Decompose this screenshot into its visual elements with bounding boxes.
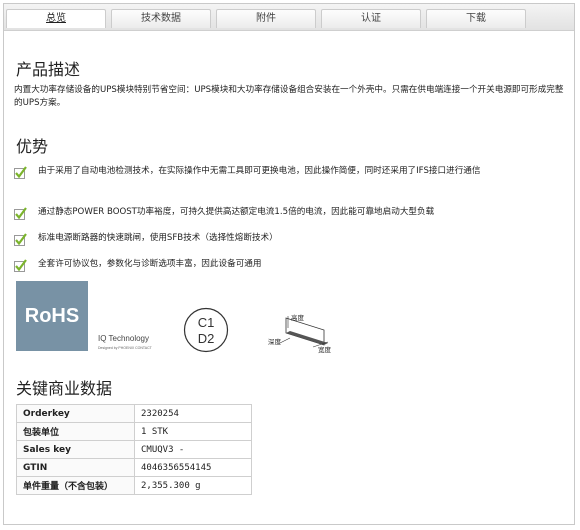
row-value: 1 STK: [134, 422, 252, 441]
c1-label: C1: [198, 315, 215, 330]
tab-approvals[interactable]: 认证: [321, 9, 421, 28]
row-key: Orderkey: [16, 404, 135, 423]
rohs-logo: RoHS: [16, 281, 88, 351]
row-value: 4046356554145: [134, 458, 252, 477]
advantage-text: 通过静态POWER BOOST功率裕度，可持久提供高达额定电流1.5倍的电流，因…: [38, 207, 435, 217]
row-key: 单件重量（不含包装）: [16, 476, 135, 495]
dimensions-icon: 高度 深度 宽度: [268, 313, 332, 354]
iq-technology-logo: IQ Technology Designed by PHOENIX CONTAC…: [98, 330, 178, 350]
checkmark-icon: [14, 207, 27, 220]
iq-logo-text: IQ Technology: [98, 334, 149, 343]
tab-bar: 总览 技术数据 附件 认证 下载: [4, 4, 574, 31]
row-value: CMUQV3 -: [134, 440, 252, 459]
row-key: Sales key: [16, 440, 135, 459]
c1-d2-rating-icon: C1 D2: [183, 307, 229, 353]
advantage-text: 标准电源断路器的快速跳闸，使用SFB技术（选择性熔断技术）: [38, 233, 278, 243]
row-key: GTIN: [16, 458, 135, 477]
table-row: GTIN 4046356554145: [16, 458, 252, 477]
table-row: Orderkey 2320254: [16, 404, 252, 423]
depth-label: 深度: [268, 337, 282, 346]
description-heading: 产品描述: [16, 60, 81, 79]
advantage-text: 全套许可协议包，参数化与诊断选项丰富，因此设备可通用: [38, 259, 262, 269]
table-row: 单件重量（不含包装） 2,355.300 g: [16, 476, 252, 495]
checkmark-icon: [14, 259, 27, 272]
tab-downloads[interactable]: 下载: [426, 9, 526, 28]
tab-accessories[interactable]: 附件: [216, 9, 316, 28]
description-text: 内置大功率存储设备的UPS模块特别节省空间：UPS模块和大功率存储设备组合安装在…: [14, 85, 564, 108]
advantages-heading: 优势: [16, 137, 49, 156]
table-row: Sales key CMUQV3 -: [16, 440, 252, 459]
tab-overview[interactable]: 总览: [6, 9, 106, 28]
height-label: 高度: [291, 313, 305, 322]
business-data-table: Orderkey 2320254 包装单位 1 STK Sales key CM…: [16, 404, 252, 495]
table-row: 包装单位 1 STK: [16, 422, 252, 441]
checkmark-icon: [14, 166, 27, 179]
checkmark-icon: [14, 233, 27, 246]
d2-label: D2: [198, 331, 215, 346]
advantage-text: 由于采用了自动电池检测技术，在实际操作中无需工具即可更换电池，因此操作简便，同时…: [38, 166, 481, 176]
tab-technical-data[interactable]: 技术数据: [111, 9, 211, 28]
row-value: 2320254: [134, 404, 252, 423]
width-label: 宽度: [318, 345, 332, 354]
iq-logo-subtext: Designed by PHOENIX CONTACT: [98, 346, 152, 350]
business-data-heading: 关键商业数据: [16, 379, 113, 398]
row-value: 2,355.300 g: [134, 476, 252, 495]
row-key: 包装单位: [16, 422, 135, 441]
